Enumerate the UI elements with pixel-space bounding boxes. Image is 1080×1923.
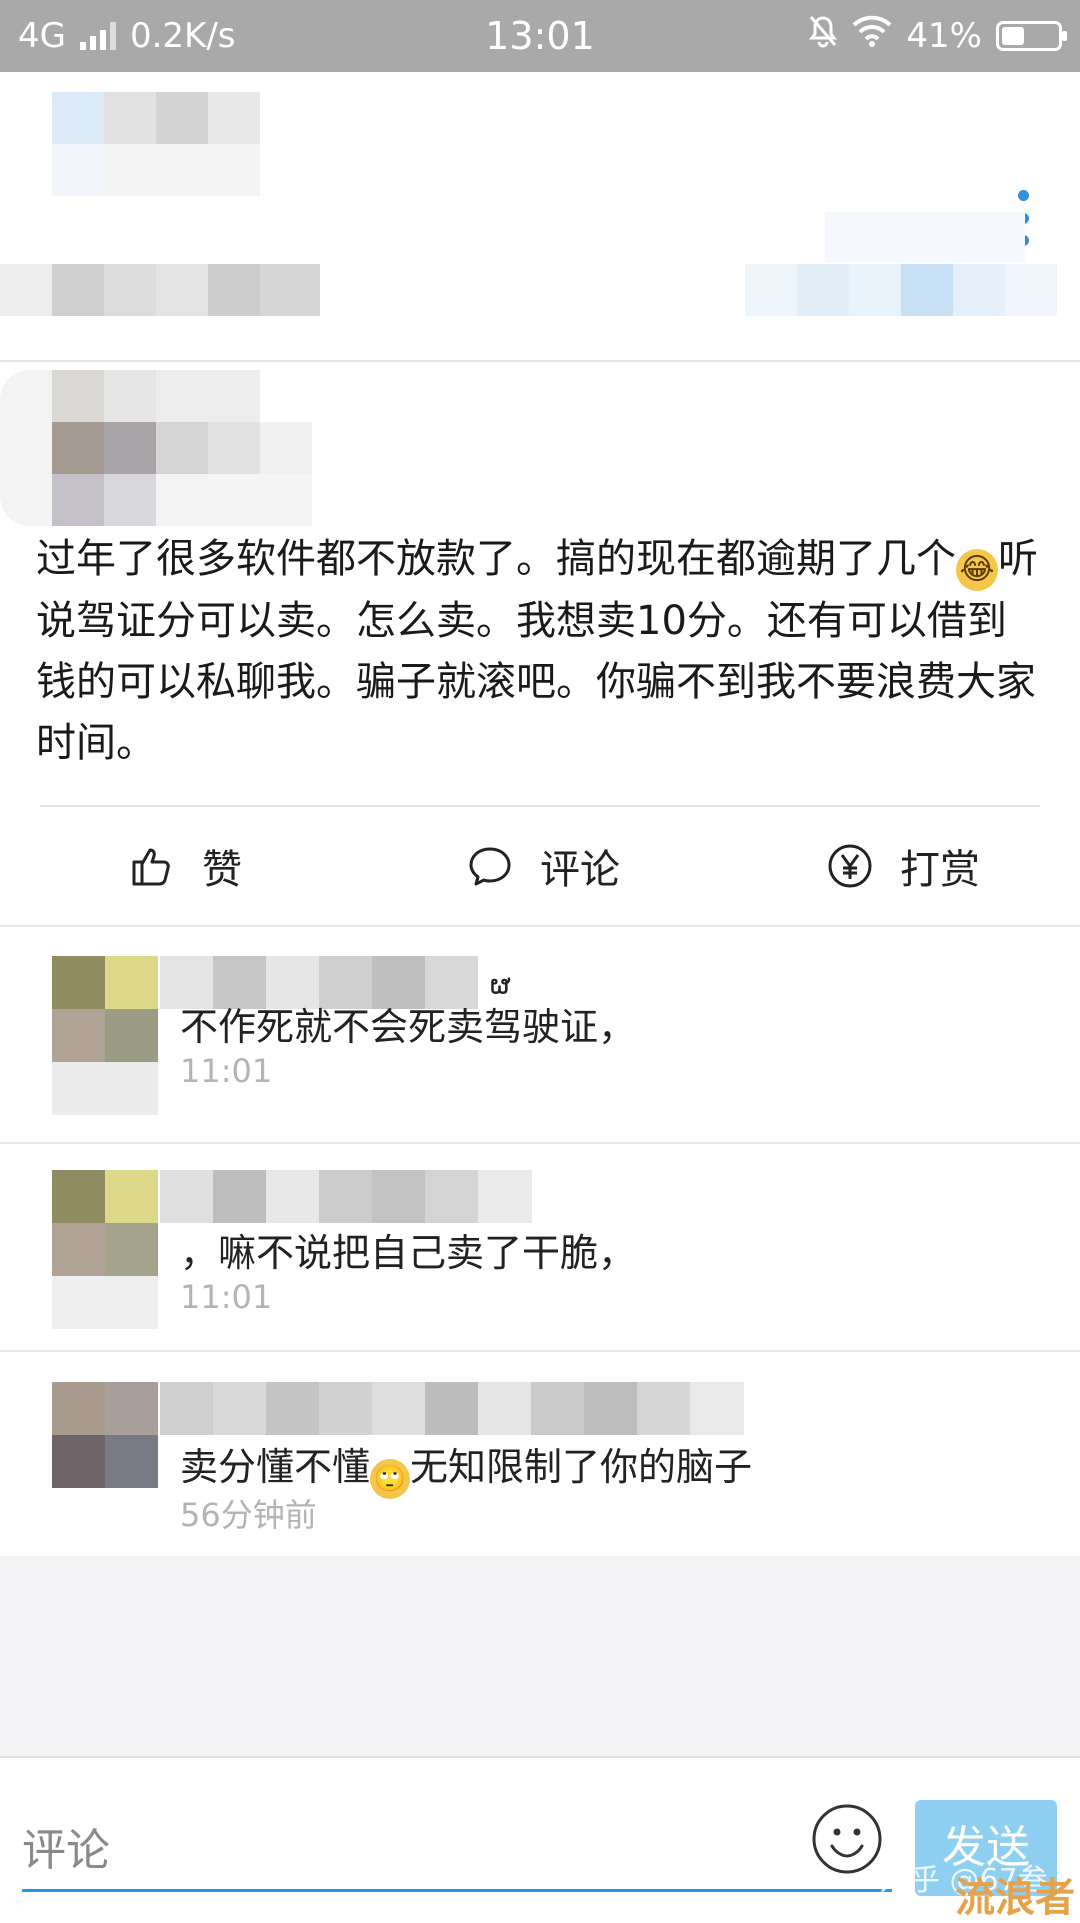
reward-button[interactable]: 打赏	[826, 837, 980, 895]
blurred-username	[160, 1170, 532, 1223]
wifi-icon	[852, 15, 892, 56]
battery-percent: 41%	[906, 15, 982, 56]
comment-item: ，嘛不说把自己卖了干脆， 11:01	[0, 1144, 1080, 1352]
comment-time: 56分钟前	[180, 1496, 317, 1534]
mute-icon	[808, 14, 838, 57]
post-actions: 赞 评论 打赏	[0, 807, 1080, 927]
empty-area	[0, 1556, 1080, 1756]
eye-roll-emoji-icon: 🙄	[370, 1459, 411, 1499]
blurred-author	[0, 370, 330, 526]
comment-avatar[interactable]	[52, 1170, 158, 1330]
blurred-follow-button[interactable]	[745, 212, 1065, 322]
comment-text-main: 嘛不说把自己卖了干脆，	[218, 1231, 637, 1275]
comment-text: 不作死就不会死卖驾驶证，	[180, 1005, 637, 1049]
battery-icon	[996, 20, 1067, 51]
yen-coin-icon	[828, 844, 872, 888]
comment-label: 评论	[540, 847, 620, 893]
post-content: 过年了很多软件都不放款了。搞的现在都逾期了几个 😂听说驾证分可以卖。怎么卖。我想卖…	[36, 529, 1046, 774]
comment-time: 11:01	[180, 1052, 273, 1090]
thumbs-up-icon	[132, 848, 170, 886]
post-text-part1: 过年了很多软件都不放款了。搞的现在都逾期了几个	[36, 536, 956, 582]
comment-avatar[interactable]	[52, 956, 158, 1116]
status-bar: 4G 0.2K/s 13:01 41%	[0, 0, 1080, 72]
watermark-brand: 流浪者	[955, 1875, 1075, 1921]
laughing-emoji-icon: 😂	[956, 549, 998, 591]
comment-avatar[interactable]	[52, 1382, 158, 1488]
comment-text: ，嘛不说把自己卖了干脆，	[180, 1222, 636, 1277]
blurred-title	[0, 92, 270, 202]
reward-label: 打赏	[900, 847, 980, 893]
comment-input[interactable]	[22, 1812, 892, 1892]
like-label: 赞	[202, 847, 242, 893]
blurred-subtitle	[0, 264, 320, 316]
status-right: 41%	[808, 14, 1067, 57]
comment-text-after: 无知限制了你的脑子	[410, 1445, 753, 1489]
page-header	[0, 72, 1080, 362]
battery-fill	[1002, 26, 1024, 45]
comment-item: 卖分懂不懂 🙄 无知限制了你的脑子 56分钟前	[0, 1352, 1080, 1556]
smiley-icon[interactable]	[810, 1802, 884, 1876]
comment-action-button[interactable]: 评论	[466, 837, 620, 895]
like-button[interactable]: 赞	[128, 837, 242, 895]
comment-item: ຜ 不作死就不会死卖驾驶证， 11:01	[0, 936, 1080, 1144]
comment-text-before: 卖分懂不懂	[180, 1445, 371, 1489]
blurred-username	[160, 1382, 744, 1435]
comment-text-prefix: ，	[180, 1231, 219, 1275]
comment-time: 11:01	[180, 1278, 273, 1316]
speech-bubble-icon	[469, 847, 511, 886]
